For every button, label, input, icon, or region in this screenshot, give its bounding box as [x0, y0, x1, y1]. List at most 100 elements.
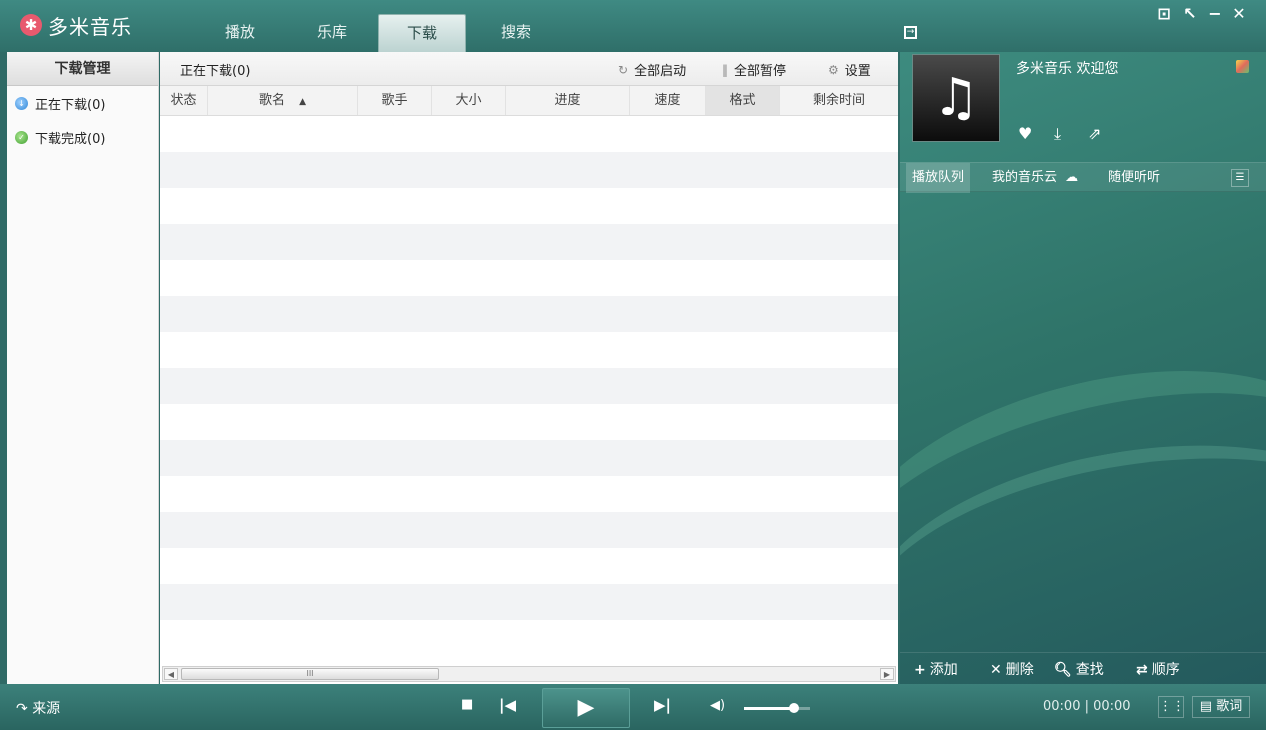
queue-footer: + 添加 ✕ 删除 🔍︎ 查找 ⇄ 顺序 — [900, 652, 1266, 684]
column-song-name-label: 歌名 — [258, 93, 285, 108]
volume-knob[interactable] — [788, 703, 799, 713]
pause-all-label: 全部暂停 — [734, 64, 787, 79]
delete-x-icon: ✕ — [990, 662, 1002, 678]
table-row — [160, 368, 898, 404]
now-playing-panel: ♫ 多米音乐 欢迎您 ♥ ⤓ ⇗ 播放队列 我的音乐云 ☁ 随便听听 ☰ + 添加… — [900, 52, 1266, 684]
table-row — [160, 296, 898, 332]
play-icon: ▶ — [577, 695, 595, 720]
scroll-left-icon[interactable]: ◀ — [164, 668, 178, 680]
lyrics-button[interactable]: ▤ 歌词 — [1192, 696, 1250, 718]
tab-random-listen[interactable]: 随便听听 — [1108, 163, 1160, 193]
column-song-name[interactable]: 歌名 ▲ — [208, 86, 358, 115]
cloud-icon: ☁ — [1065, 170, 1079, 185]
source-button[interactable]: ↷ 来源 — [16, 698, 60, 718]
sidebar-item-label: 正在下载(0) — [35, 97, 106, 113]
source-icon: ↷ — [16, 701, 28, 717]
table-row — [160, 620, 898, 656]
settings-label: 设置 — [844, 64, 871, 79]
find-label: 查找 — [1075, 662, 1104, 678]
tab-music-cloud-label: 我的音乐云 — [992, 170, 1058, 185]
download-manager-sidebar: 下载管理 ↓ 正在下载(0) ✓ 下载完成(0) — [7, 52, 159, 684]
next-track-icon[interactable]: ▶| — [654, 696, 671, 714]
equalizer-icon[interactable]: ⋮⋮ — [1158, 696, 1185, 718]
minimize-icon[interactable]: − — [1205, 4, 1225, 23]
table-row — [160, 404, 898, 440]
sidebar-item-downloading[interactable]: ↓ 正在下载(0) — [7, 86, 158, 120]
download-icon[interactable]: ⤓ — [1054, 124, 1061, 144]
column-speed[interactable]: 速度 — [630, 86, 706, 115]
refresh-icon: ↻ — [618, 62, 629, 77]
table-row — [160, 476, 898, 512]
add-button[interactable]: + 添加 — [914, 659, 958, 679]
tab-play-queue[interactable]: 播放队列 — [906, 163, 971, 193]
table-row — [160, 116, 898, 152]
find-button[interactable]: 🔍︎ 查找 — [1054, 659, 1104, 679]
table-row — [160, 224, 898, 260]
table-row — [160, 584, 898, 620]
sidebar-title: 下载管理 — [7, 52, 158, 86]
scroll-right-icon[interactable]: ▶ — [880, 668, 894, 680]
table-row — [160, 548, 898, 584]
search-icon: 🔍︎ — [1054, 662, 1072, 678]
list-view-icon[interactable]: ☰ — [1231, 169, 1249, 187]
login-icon[interactable]: → — [904, 26, 917, 39]
order-icon: ⇄ — [1136, 662, 1148, 678]
time-display: 00:00 | 00:00 — [1043, 699, 1131, 714]
tab-library[interactable]: 乐库 — [288, 14, 376, 52]
delete-label: 删除 — [1005, 662, 1034, 678]
menu-icon[interactable]: ⊡ — [1154, 4, 1174, 23]
stop-icon[interactable]: ■ — [461, 697, 473, 712]
volume-icon[interactable]: ◀) — [710, 698, 725, 713]
app-name: 多米音乐 — [48, 14, 132, 39]
previous-track-icon[interactable]: |◀ — [499, 696, 516, 714]
scrollbar-thumb[interactable]: III — [181, 668, 439, 680]
tab-music-cloud[interactable]: 我的音乐云 ☁ — [992, 163, 1078, 193]
player-bar: ↷ 来源 ■ |◀ ▶ ▶| ◀) 00:00 | 00:00 ⋮⋮ ▤ 歌词 — [0, 684, 1266, 730]
horizontal-scrollbar[interactable]: ◀ III ▶ — [162, 666, 896, 682]
heart-icon[interactable]: ♥ — [1018, 124, 1032, 143]
music-note-icon: ♫ — [932, 68, 980, 128]
delete-button[interactable]: ✕ 删除 — [990, 659, 1034, 679]
sort-ascending-icon: ▲ — [299, 97, 307, 107]
close-icon[interactable]: ✕ — [1229, 4, 1249, 23]
tab-search[interactable]: 搜索 — [472, 14, 560, 52]
column-header-row: 状态 歌名 ▲ 歌手 大小 进度 速度 格式 剩余时间 — [160, 86, 898, 116]
plus-icon: + — [914, 662, 926, 678]
column-status[interactable]: 状态 — [160, 86, 208, 115]
table-row — [160, 260, 898, 296]
source-label: 来源 — [32, 701, 61, 717]
add-label: 添加 — [929, 662, 958, 678]
order-button[interactable]: ⇄ 顺序 — [1136, 659, 1180, 679]
order-label: 顺序 — [1151, 662, 1180, 678]
column-format[interactable]: 格式 — [706, 86, 780, 115]
app-logo[interactable]: ✱ 多米音乐 — [20, 12, 132, 39]
settings-button[interactable]: ⚙ 设置 — [828, 60, 871, 80]
downloading-icon: ↓ — [15, 96, 28, 110]
table-row — [160, 152, 898, 188]
mini-mode-icon[interactable]: ↖ — [1180, 4, 1200, 23]
gear-icon: ⚙ — [828, 62, 839, 77]
column-size[interactable]: 大小 — [432, 86, 506, 115]
column-progress[interactable]: 进度 — [506, 86, 630, 115]
sidebar-item-label: 下载完成(0) — [35, 131, 106, 147]
volume-fill — [744, 707, 794, 710]
start-all-button[interactable]: ↻ 全部启动 — [618, 60, 686, 80]
tab-play[interactable]: 播放 — [196, 14, 284, 52]
album-art[interactable]: ♫ — [912, 54, 1000, 142]
volume-slider[interactable] — [744, 703, 810, 713]
table-row — [160, 440, 898, 476]
tab-download[interactable]: 下载 — [378, 14, 466, 52]
download-table-body — [160, 116, 898, 656]
welcome-text: 多米音乐 欢迎您 — [1016, 61, 1119, 77]
download-toolbar: 正在下载(0) ↻ 全部启动 ‖ 全部暂停 ⚙ 设置 — [160, 52, 898, 86]
pause-all-button[interactable]: ‖ 全部暂停 — [722, 60, 787, 80]
skin-icon[interactable] — [1236, 60, 1249, 73]
title-bar: ✱ 多米音乐 播放 乐库 下载 搜索 → ⊡ ↖ − ✕ — [0, 0, 1266, 52]
play-button[interactable]: ▶ — [542, 688, 630, 728]
column-artist[interactable]: 歌手 — [358, 86, 432, 115]
table-row — [160, 512, 898, 548]
sidebar-item-completed[interactable]: ✓ 下载完成(0) — [7, 120, 158, 154]
column-remaining-time[interactable]: 剩余时间 — [780, 86, 898, 115]
lyrics-icon: ▤ — [1199, 699, 1213, 714]
share-icon[interactable]: ⇗ — [1088, 124, 1101, 143]
